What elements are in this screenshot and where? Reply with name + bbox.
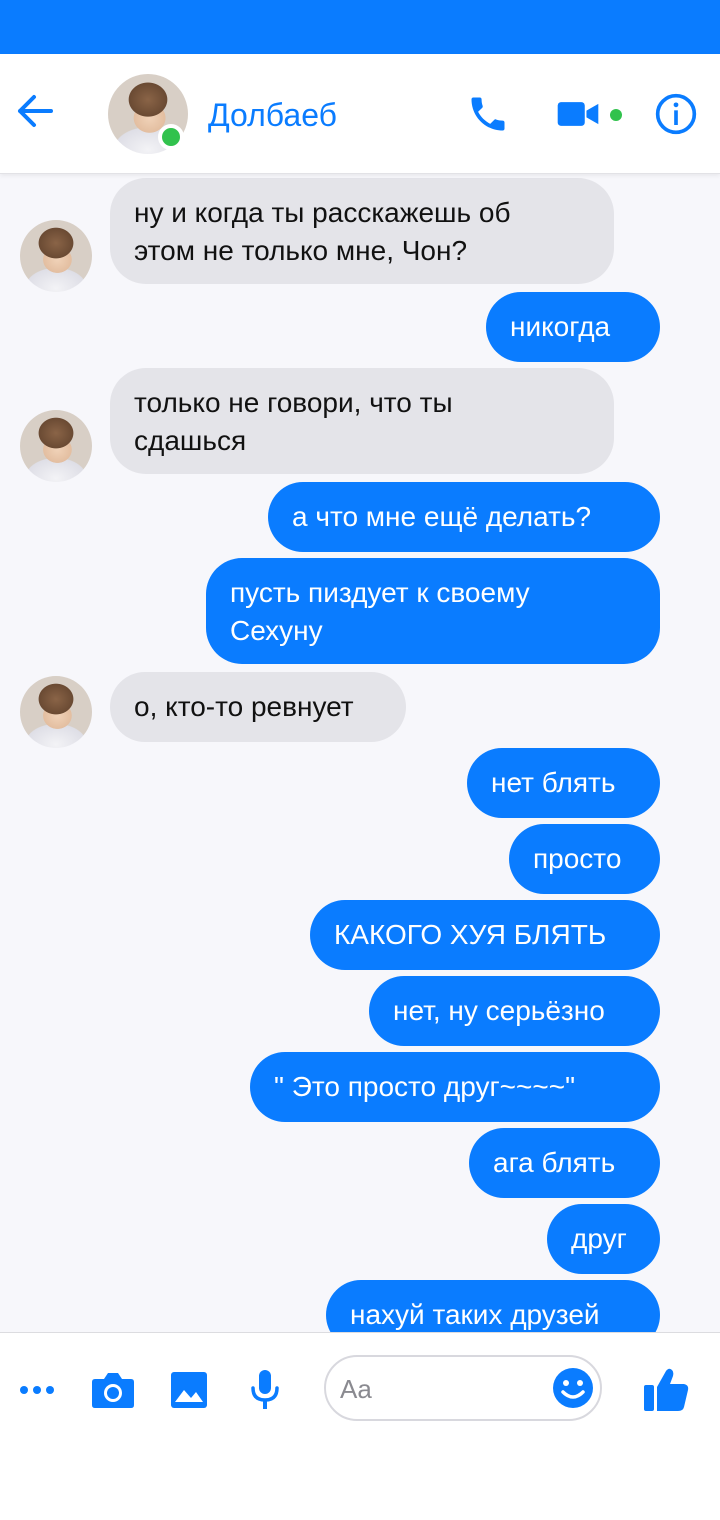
more-button[interactable] xyxy=(14,1367,60,1413)
message-composer xyxy=(0,1332,720,1452)
bottom-spacer xyxy=(0,1452,720,1520)
sender-avatar[interactable] xyxy=(20,676,92,748)
back-arrow-icon xyxy=(18,95,53,127)
message-bubble[interactable]: о, кто-то ревнует xyxy=(110,672,406,742)
image-icon xyxy=(171,1372,207,1408)
message-bubble[interactable]: " Это просто друг~~~~" xyxy=(250,1052,660,1122)
chat-header: Долбаеб xyxy=(0,54,720,174)
message-input[interactable] xyxy=(340,1367,540,1411)
message-bubble[interactable]: КАКОГО ХУЯ БЛЯТЬ xyxy=(310,900,660,970)
message-bubble[interactable]: никогда xyxy=(486,292,660,362)
like-button[interactable] xyxy=(640,1365,692,1415)
more-icon xyxy=(20,1386,54,1394)
video-call-icon[interactable] xyxy=(556,96,600,132)
phone-call-icon[interactable] xyxy=(466,92,510,136)
info-icon[interactable] xyxy=(654,92,698,136)
status-bar xyxy=(0,0,720,54)
emoji-icon[interactable] xyxy=(552,1367,594,1409)
gallery-button[interactable] xyxy=(166,1367,212,1413)
sender-avatar[interactable] xyxy=(20,410,92,482)
video-active-dot xyxy=(610,109,622,121)
back-button[interactable] xyxy=(14,90,56,132)
message-bubble[interactable]: только не говори, что ты сдашься xyxy=(110,368,614,474)
message-input-field[interactable] xyxy=(324,1355,602,1421)
voice-button[interactable] xyxy=(242,1367,288,1413)
message-bubble[interactable]: нет блять xyxy=(467,748,660,818)
message-bubble[interactable]: нет, ну серьёзно xyxy=(369,976,660,1046)
contact-name[interactable]: Долбаеб xyxy=(208,96,337,134)
message-bubble[interactable]: ага блять xyxy=(469,1128,660,1198)
message-bubble[interactable]: а что мне ещё делать? xyxy=(268,482,660,552)
sender-avatar[interactable] xyxy=(20,220,92,292)
message-bubble[interactable]: друг xyxy=(547,1204,660,1274)
thumbs-up-icon xyxy=(644,1368,689,1411)
message-bubble[interactable]: просто xyxy=(509,824,660,894)
microphone-icon xyxy=(251,1370,279,1409)
message-bubble[interactable]: ну и когда ты расскажешь об этом не толь… xyxy=(110,178,614,284)
camera-button[interactable] xyxy=(90,1367,136,1413)
online-indicator xyxy=(158,124,184,150)
message-bubble[interactable]: пусть пиздует к своему Сехуну xyxy=(206,558,660,664)
camera-icon xyxy=(92,1373,134,1408)
